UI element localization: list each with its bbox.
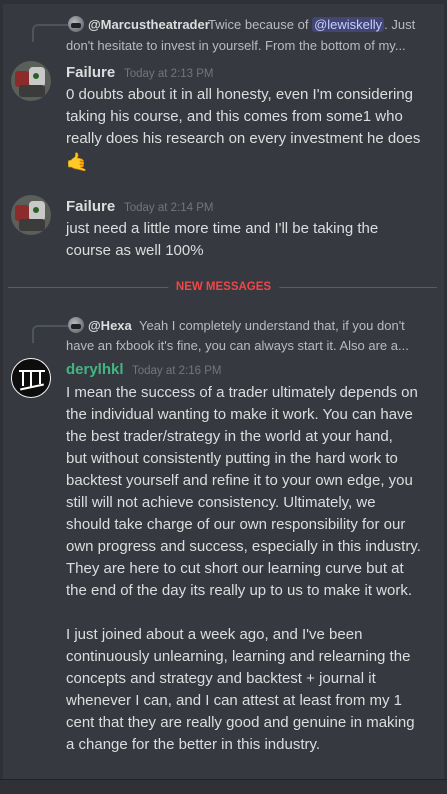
message-line: the end of the day its really up to us t… <box>66 582 413 599</box>
message-author[interactable]: Failure <box>66 63 115 83</box>
message-line: just need a little more time and I'll be… <box>66 220 379 237</box>
message-author[interactable]: Failure <box>66 197 115 217</box>
message-line: should take charge of our own responsibi… <box>66 516 406 533</box>
message-line: backtest yourself and refine it to your … <box>66 472 413 489</box>
message-line: the best trader/strategy in the world at… <box>66 428 393 445</box>
message-line: continuously unlearning, learning and re… <box>66 648 411 665</box>
message-line: cent that they are really good and genui… <box>66 714 415 731</box>
user-mention[interactable]: @lewiskelly <box>312 17 385 32</box>
reply-spine <box>32 325 68 343</box>
reply-text-line2[interactable]: have an fxbook it's fine, you can always… <box>66 337 409 354</box>
reply-avatar[interactable] <box>68 16 84 32</box>
avatar[interactable] <box>11 61 51 101</box>
message-line: a change for the better in this industry… <box>66 736 321 753</box>
message-line: but without consistently putting in the … <box>66 450 398 467</box>
message-timestamp[interactable]: Today at 2:16 PM <box>132 361 222 381</box>
window-bottom-edge <box>0 779 447 794</box>
window-left-edge <box>0 0 3 794</box>
message-line: I just joined about a week ago, and I've… <box>66 626 363 643</box>
message-line: still will not achieve consistency. Ulti… <box>66 494 376 511</box>
avatar[interactable] <box>11 195 51 235</box>
reply-preview[interactable]: @Marcustheatrader Twice because of @lewi… <box>20 16 440 42</box>
call-me-hand-emoji[interactable]: 🤙 <box>66 151 88 173</box>
reply-text[interactable]: Twice because of @lewiskelly. Just <box>208 16 415 33</box>
message-line: They are here to cut short our learning … <box>66 560 404 577</box>
reply-spine <box>32 24 68 42</box>
message-line: own progress and success, especially in … <box>66 538 421 555</box>
message-line: whenever I can, and I can attest at leas… <box>66 692 402 709</box>
message-timestamp[interactable]: Today at 2:14 PM <box>124 198 214 218</box>
message-line: the individual wanting to make it work. … <box>66 406 413 423</box>
message-line: really does his research on every invest… <box>66 130 421 147</box>
message-author[interactable]: derylhkl <box>66 360 124 380</box>
message-timestamp[interactable]: Today at 2:13 PM <box>124 64 214 84</box>
reply-text-line2[interactable]: don't hesitate to invest in yourself. Fr… <box>66 37 406 54</box>
reply-avatar[interactable] <box>68 317 84 333</box>
message-line: taking his course, and this comes from s… <box>66 108 403 125</box>
reply-author[interactable]: @Hexa <box>88 317 132 334</box>
message-line: I mean the success of a trader ultimatel… <box>66 384 418 401</box>
message-line: course as well 100% <box>66 242 204 259</box>
reply-text[interactable]: Yeah I completely understand that, if yo… <box>139 317 405 334</box>
message-line: 0 doubts about it in all honesty, even I… <box>66 86 413 103</box>
reply-preview[interactable]: @Hexa Yeah I completely understand that,… <box>20 317 440 343</box>
message-line: concepts and strategy and backtest + jou… <box>66 670 376 687</box>
window-top-edge <box>0 0 447 4</box>
new-messages-label: NEW MESSAGES <box>167 280 280 294</box>
avatar[interactable] <box>11 358 51 398</box>
reply-author[interactable]: @Marcustheatrader <box>88 16 210 33</box>
